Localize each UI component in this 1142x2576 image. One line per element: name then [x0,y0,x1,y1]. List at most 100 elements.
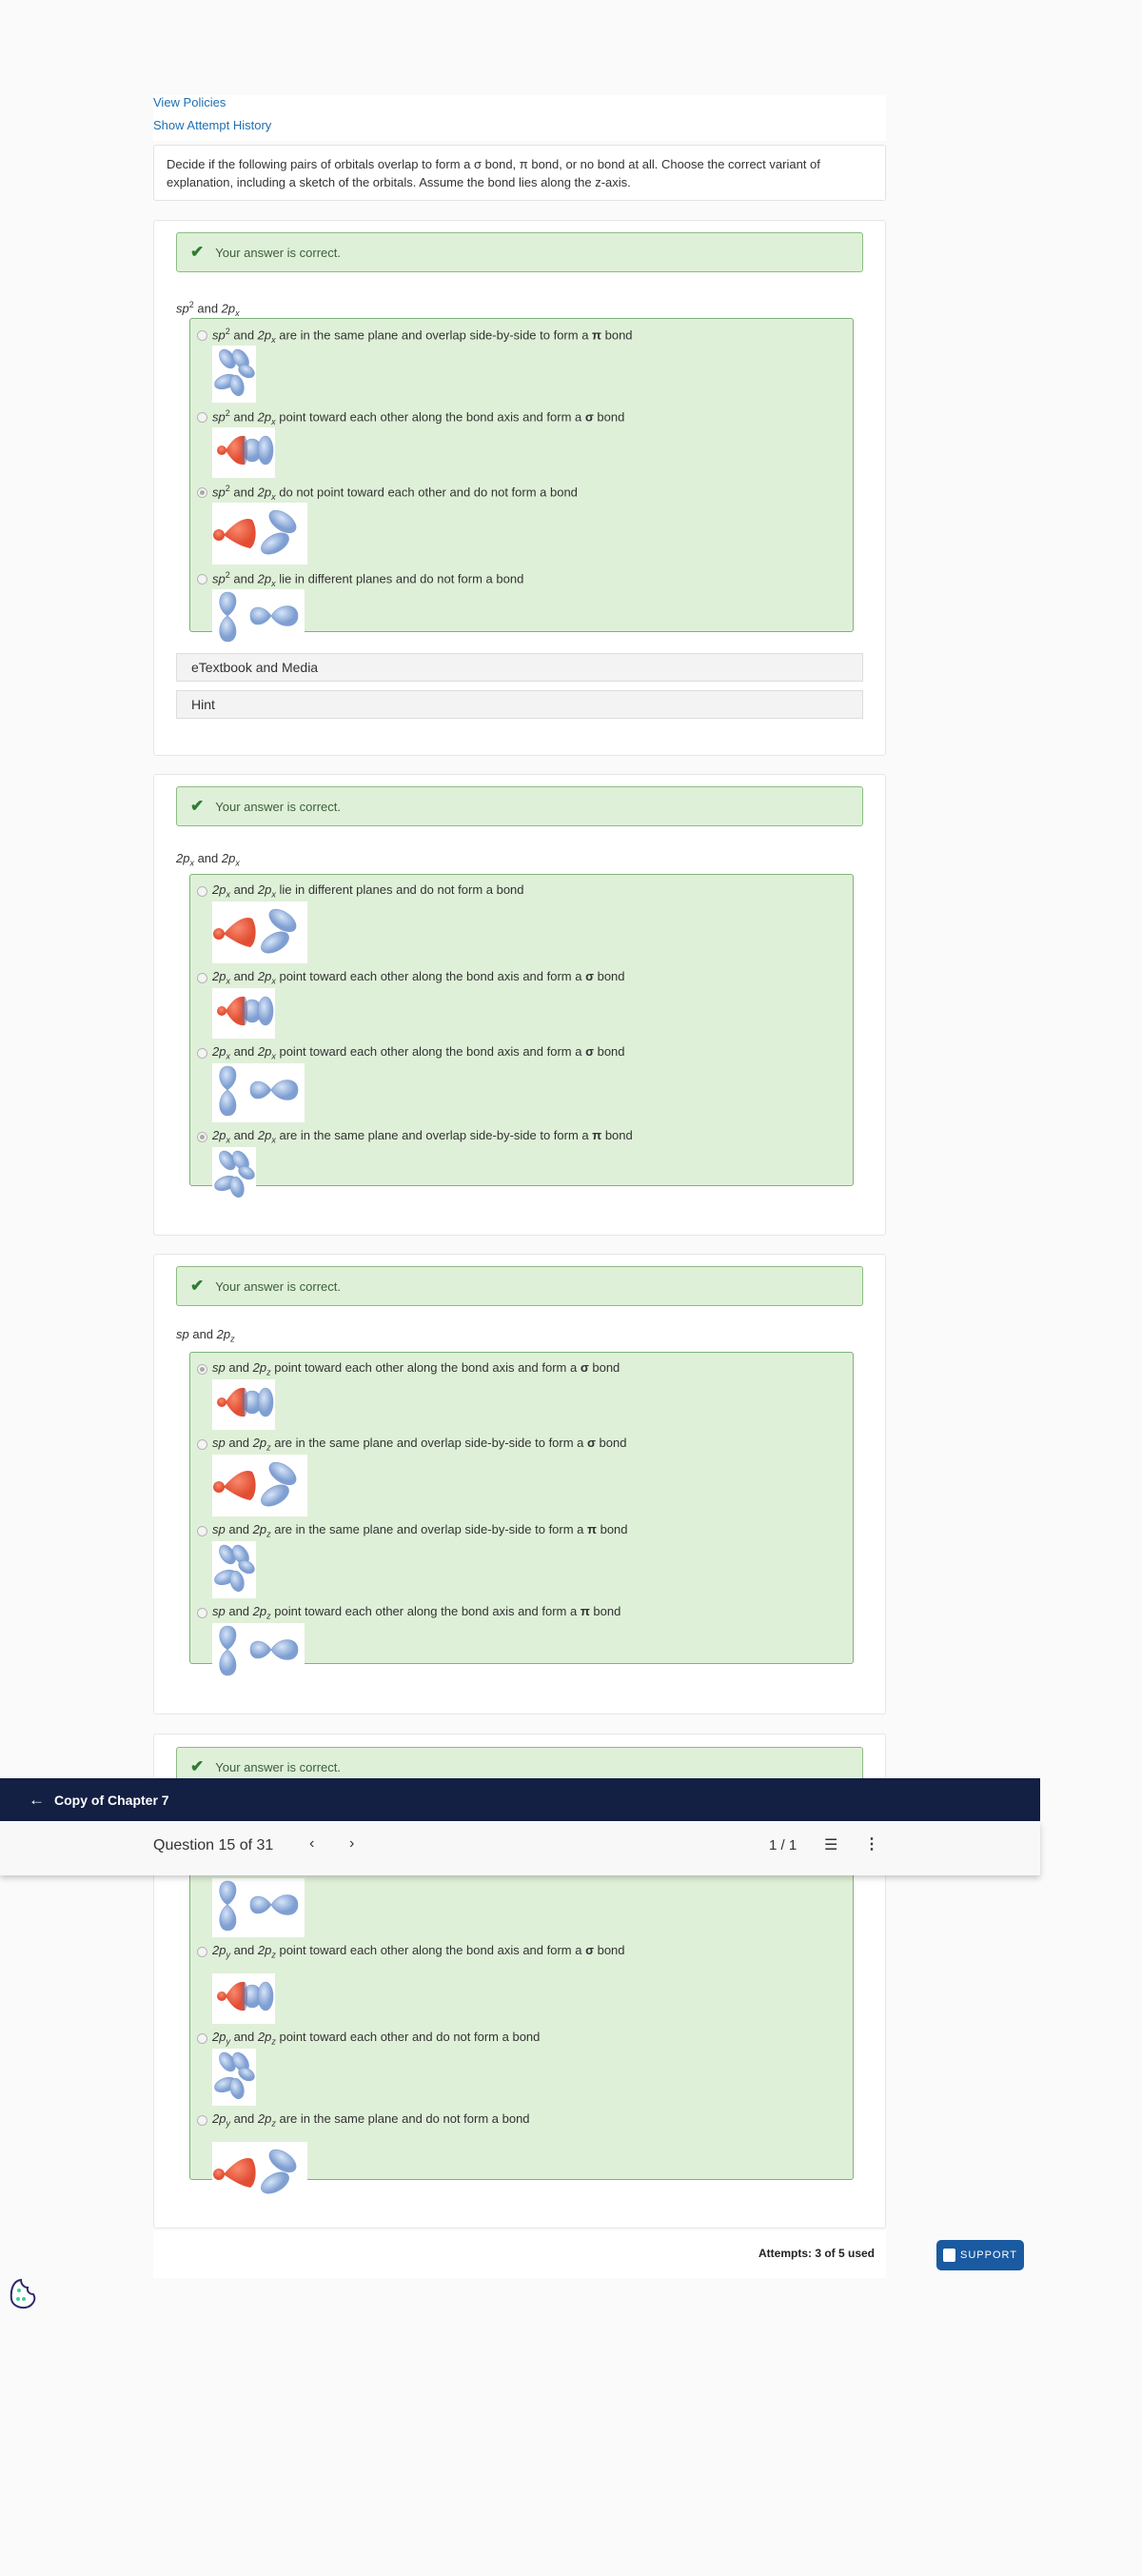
answer-option[interactable]: sp2 and 2px are in the same plane and ov… [197,327,853,408]
support-button[interactable]: SUPPORT [936,2240,1024,2270]
checkmark-icon: ✔ [190,1277,205,1295]
cookie-settings-icon[interactable] [9,2278,37,2310]
option-text: sp2 and 2px are in the same plane and ov… [212,326,633,345]
question-list-icon[interactable]: ☰ [824,1835,837,1854]
orbital-1: 2p [212,1128,226,1143]
assignment-title[interactable]: Copy of Chapter 7 [54,1793,169,1808]
answer-option[interactable]: 2py and 2pz point toward each other and … [197,2030,853,2111]
radio-button[interactable] [197,1363,207,1375]
radio-button[interactable] [197,486,207,498]
radio-button[interactable] [197,411,207,423]
orbital-1: 2p [212,2030,226,2045]
orbital-sketch-pi-overlap [212,1541,256,1598]
radio-button[interactable] [197,2032,207,2044]
hint-button[interactable]: Hint [176,690,863,719]
option-text: 2px and 2px lie in different planes and … [212,882,524,900]
orbital-1: 2p [212,1044,226,1060]
orbital-1: 2p [212,2111,226,2127]
answer-option[interactable]: sp2 and 2px lie in different planes and … [197,570,853,654]
orbital-1: sp [212,1436,226,1451]
support-label: SUPPORT [960,2249,1017,2261]
radio-button[interactable] [197,573,207,585]
answer-option[interactable]: sp and 2pz point toward each other along… [197,1360,853,1436]
answer-options: sp and 2pz point toward each other along… [189,1352,854,1682]
orbital-2: 2p [257,2030,272,2045]
orbital-2: 2p [221,851,236,865]
orbital-2: 2p [252,1522,267,1537]
radio-button[interactable] [197,2114,207,2126]
answer-option[interactable]: sp and 2pz point toward each other along… [197,1604,853,1688]
orbital-pair-label: sp2 and 2px [176,300,240,318]
checkmark-icon: ✔ [190,1757,205,1775]
orbital-2: 2p [216,1327,231,1341]
orbital-pair-label: 2px and 2px [176,851,240,868]
attempts-footer: Attempts: 3 of 5 used [153,2230,886,2278]
orbital-2: 2p [221,301,236,316]
answer-option[interactable]: 2px and 2px point toward each other alon… [197,969,853,1044]
answer-option[interactable]: sp2 and 2px do not point toward each oth… [197,484,853,570]
orbital-1: sp [212,570,226,585]
radio-button[interactable] [197,1946,207,1957]
assignment-header: ← Copy of Chapter 7 [0,1778,1040,1821]
option-text: 2py and 2pz point toward each other and … [212,2030,541,2047]
radio-button[interactable] [197,1525,207,1536]
correct-message: Your answer is correct. [215,1759,341,1774]
radio-button[interactable] [197,1438,207,1450]
radio-button[interactable] [197,329,207,341]
option-text: sp and 2pz are in the same plane and ove… [212,1436,627,1453]
answer-option[interactable]: sp and 2pz are in the same plane and ove… [197,1436,853,1522]
orbital-sketch-perpendicular [212,1623,305,1682]
option-text: 2px and 2px point toward each other alon… [212,969,625,986]
radio-button[interactable] [197,885,207,897]
orbital-2: 2p [257,1044,272,1060]
orbital-1: sp [212,1360,226,1376]
orbital-1: sp [176,1327,189,1341]
page-indicator: 1 / 1 [769,1837,797,1853]
answer-options: sp2 and 2px are in the same plane and ov… [189,318,854,648]
answer-option[interactable]: 2px and 2px lie in different planes and … [197,882,853,969]
policy-links: View Policies Show Attempt History [153,95,886,141]
answer-option[interactable]: sp2 and 2px point toward each other alon… [197,408,853,484]
orbital-sketch-no-overlap [212,902,307,963]
orbital-sketch-pi-overlap [212,1147,256,1204]
correct-message: Your answer is correct. [215,1278,341,1294]
orbital-1: sp [212,1604,226,1619]
radio-button[interactable] [197,1607,207,1618]
etextbook-media-button[interactable]: eTextbook and Media [176,653,863,682]
prev-question-button[interactable]: ‹ [309,1835,314,1853]
view-policies-link[interactable]: View Policies [153,95,226,109]
orbital-sketch-no-overlap [212,503,307,565]
radio-button[interactable] [197,1131,207,1142]
answer-option[interactable]: sp and 2pz are in the same plane and ove… [197,1522,853,1604]
option-text: sp2 and 2px point toward each other alon… [212,407,625,426]
question-counter: Question 15 of 31 [153,1837,274,1853]
orbital-sketch-perpendicular [212,1063,305,1122]
next-question-button[interactable]: › [349,1835,354,1853]
orbital-sketch-perpendicular [212,589,305,648]
orbital-sketch-sigma-overlap [212,988,275,1039]
chat-icon [943,2249,955,2262]
radio-button[interactable] [197,972,207,983]
option-text: 2py and 2pz point toward each other alon… [212,1943,625,1960]
back-arrow-icon[interactable]: ← [29,1791,45,1810]
answer-option[interactable]: 2py and 2pz point toward each other alon… [197,1943,853,2030]
answer-option[interactable]: 2px and 2px are in the same plane and ov… [197,1128,853,1210]
answer-option[interactable]: 2px and 2px point toward each other alon… [197,1044,853,1128]
attempts-count: Attempts: 3 of 5 used [758,2247,875,2260]
more-menu-icon[interactable]: ⋮ [864,1834,879,1853]
answer-option[interactable]: 2py and 2pz are in the same plane and do… [197,2111,853,2209]
orbital-2: 2p [257,327,272,342]
orbital-sketch-pi-overlap [212,2049,256,2106]
orbital-1: 2p [212,1943,226,1958]
orbital-sketch-pi-overlap [212,346,256,403]
question-card: ✔ Your answer is correct. sp and 2pz sp and… [153,1254,886,1714]
correct-message: Your answer is correct. [215,245,341,260]
orbital-sketch-sigma-overlap [212,427,275,478]
orbital-2: 2p [257,484,272,499]
orbital-1: 2p [212,969,226,984]
radio-button[interactable] [197,1047,207,1059]
show-attempt-history-link[interactable]: Show Attempt History [153,118,271,132]
correct-banner: ✔ Your answer is correct. [176,1266,863,1306]
question-card: ✔ Your answer is correct. 2px and 2px 2px a… [153,774,886,1236]
option-text: sp2 and 2px lie in different planes and … [212,569,524,588]
